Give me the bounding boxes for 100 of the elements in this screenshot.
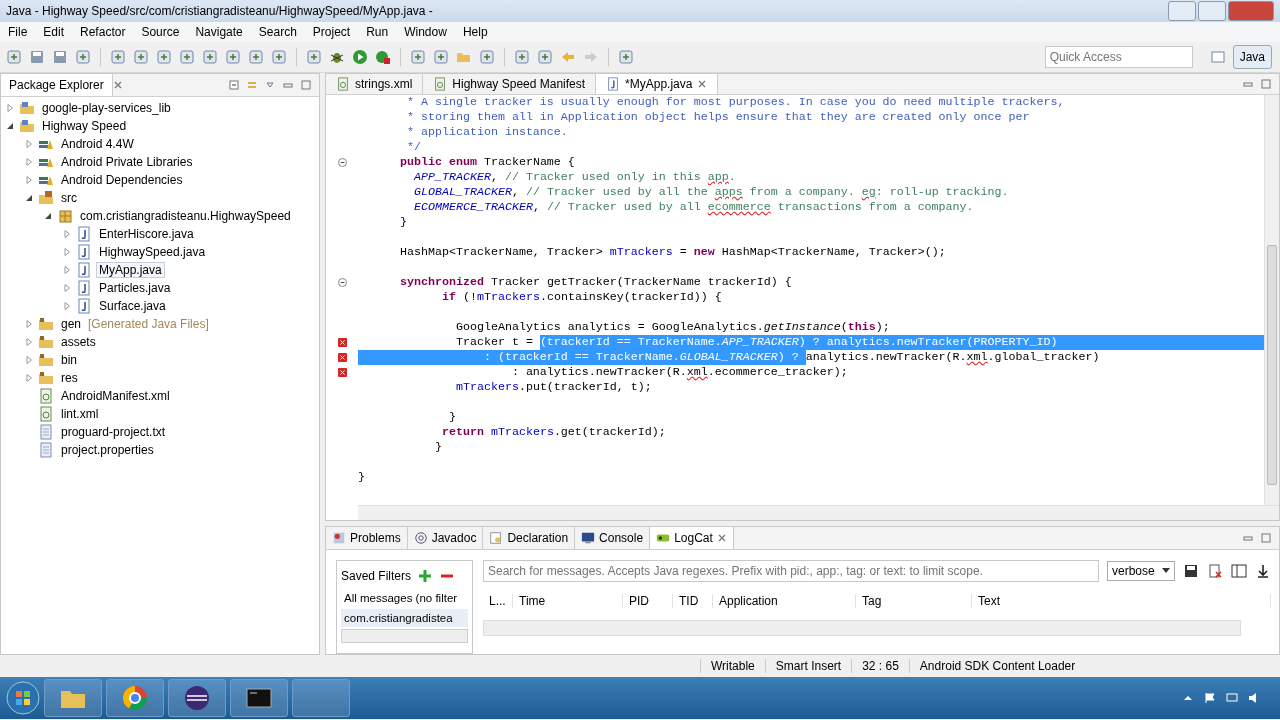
tree-item[interactable]: gen [58,316,85,332]
expand-arrow-icon[interactable] [62,265,72,275]
expand-arrow-icon[interactable] [62,301,72,311]
menu-item[interactable]: Edit [35,25,73,39]
column-header[interactable]: Application [713,594,856,608]
run-config-icon[interactable] [375,49,391,65]
save-all-icon[interactable] [52,49,68,65]
expand-arrow-icon[interactable] [62,283,72,293]
column-header[interactable]: TID [673,594,713,608]
menu-item[interactable]: File [0,25,36,39]
taskbar-button[interactable] [106,679,164,717]
tree-item[interactable]: MyApp.java [96,262,165,278]
taskbar-button[interactable] [230,679,288,717]
tree-item[interactable]: res [58,370,81,386]
run-icon[interactable] [352,49,368,65]
expand-arrow-icon[interactable] [62,247,72,257]
tree-item[interactable]: Android Private Libraries [58,154,196,170]
network-icon[interactable] [1226,692,1238,704]
maximize-icon[interactable] [301,80,311,90]
horizontal-scrollbar[interactable] [341,629,468,643]
clear-log-icon[interactable] [1207,563,1223,579]
maximize-button[interactable] [1198,1,1226,21]
start-button[interactable] [6,681,40,715]
view-tab[interactable]: LogCat [650,527,734,549]
view-tab[interactable]: Problems [326,527,408,549]
menu-item[interactable]: Source [133,25,188,39]
save-icon[interactable] [1183,563,1199,579]
add-icon[interactable] [417,568,434,584]
menu-item[interactable]: Navigate [187,25,251,39]
menu-item[interactable]: Search [250,25,305,39]
menu-item[interactable]: Project [304,25,359,39]
tree-item[interactable]: Android Dependencies [58,172,186,188]
tree-item[interactable]: Android 4.4W [58,136,137,152]
expand-arrow-icon[interactable] [24,319,34,329]
quick-access-field[interactable]: Quick Access [1044,46,1193,68]
scroll-lock-icon[interactable] [1255,563,1271,579]
close-icon[interactable] [697,79,708,89]
expand-arrow-icon[interactable] [24,175,34,185]
minimize-icon[interactable] [1243,533,1253,543]
collapse-arrow-icon[interactable] [5,121,15,131]
tree-item[interactable]: AndroidManifest.xml [58,388,173,404]
tree-item[interactable]: google-play-services_lib [39,100,174,116]
tree-item[interactable]: EnterHiscore.java [96,226,197,242]
collapse-all-icon[interactable] [229,80,239,90]
expand-arrow-icon[interactable] [5,103,15,113]
tree-item[interactable]: src [58,190,80,206]
horizontal-scrollbar[interactable] [483,620,1241,636]
search-field[interactable]: Search for messages. Accepts Java regexes. Prefix with pid:, app:, tag: or text: to limit scope. [483,560,1099,582]
menu-item[interactable]: Window [396,25,455,39]
add-icon[interactable] [110,49,126,65]
view-menu-icon[interactable] [265,80,275,90]
close-icon[interactable] [112,80,123,90]
maximize-icon[interactable] [1261,533,1271,543]
back-arrow-icon[interactable] [560,49,576,65]
editor-tab[interactable]: strings.xml [326,74,424,94]
column-header[interactable]: L... [483,594,513,608]
tree-item[interactable]: proguard-project.txt [58,424,169,440]
minimize-icon[interactable] [1243,79,1253,89]
column-header[interactable]: Tag [856,594,972,608]
view-tab[interactable]: Javadoc [407,527,484,549]
close-icon[interactable] [716,533,727,543]
view-tab[interactable]: Package Explorer [1,74,113,96]
expand-arrow-icon[interactable] [24,157,34,167]
perspective-button[interactable]: Java [1232,45,1272,69]
tree-item[interactable]: Surface.java [96,298,169,314]
log-level-dropdown[interactable]: verbose [1107,561,1175,581]
tree-item[interactable]: Highway Speed [39,118,130,134]
fold-icon[interactable] [337,278,347,287]
open-perspective-icon[interactable] [1209,49,1226,65]
editor-tab[interactable]: *MyApp.java [596,74,719,94]
column-header[interactable]: Text [972,594,1271,608]
taskbar-button[interactable] [168,679,226,717]
flag-icon[interactable] [1204,692,1216,704]
collapse-arrow-icon[interactable] [43,211,53,221]
horizontal-scrollbar[interactable] [358,505,1279,520]
close-button[interactable] [1228,1,1274,21]
tree-item[interactable]: project.properties [58,442,157,458]
filter-item[interactable]: com.cristiangradistea [341,609,468,627]
expand-arrow-icon[interactable] [24,355,34,365]
column-header[interactable]: PID [623,594,673,608]
expand-arrow-icon[interactable] [24,139,34,149]
tree-item[interactable]: bin [58,352,80,368]
view-tab[interactable]: Declaration [483,527,576,549]
fold-icon[interactable] [337,158,347,167]
menu-item[interactable]: Help [454,25,496,39]
expand-arrow-icon[interactable] [62,229,72,239]
tree-item[interactable]: HighwaySpeed.java [96,244,209,260]
tree-item[interactable]: lint.xml [58,406,102,422]
dropdown-arrow-icon[interactable] [1162,568,1170,574]
expand-arrow-icon[interactable] [24,337,34,347]
new-file-icon[interactable] [6,49,22,65]
tree-item[interactable]: Particles.java [96,280,174,296]
column-header[interactable]: Time [513,594,623,608]
link-icon[interactable] [247,80,257,90]
maximize-icon[interactable] [1261,79,1271,89]
menu-item[interactable]: Run [358,25,397,39]
minimize-button[interactable] [1168,1,1196,21]
collapse-arrow-icon[interactable] [24,193,34,203]
menu-item[interactable]: Refactor [72,25,134,39]
minimize-icon[interactable] [283,80,293,90]
